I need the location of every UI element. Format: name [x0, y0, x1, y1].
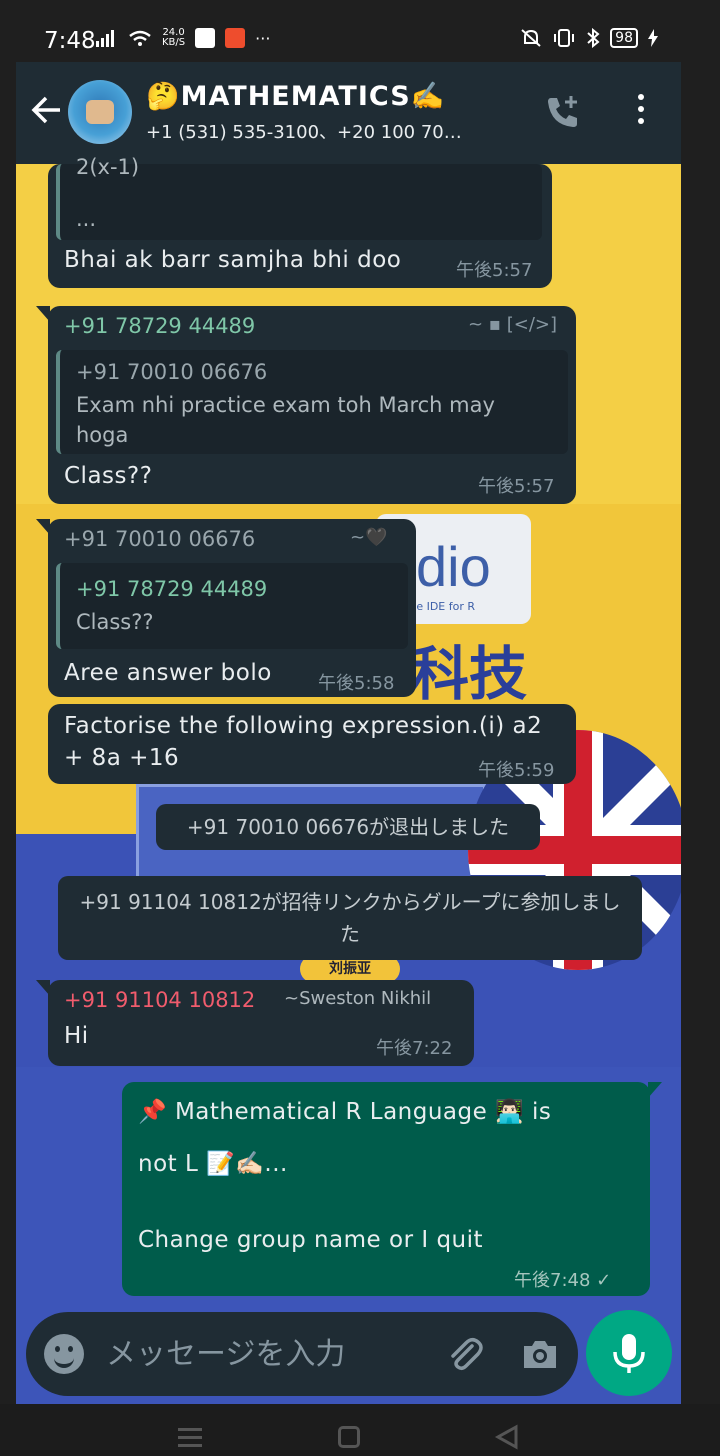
message-bubble[interactable]: +91 70010 06676 ~🖤 +91 78729 44489 Class…: [36, 519, 416, 697]
message-time: 午後5:57: [478, 476, 555, 497]
quoted-message[interactable]: +91 70010 06676 Exam nhi practice exam t…: [56, 350, 568, 454]
camera-icon[interactable]: [520, 1334, 560, 1374]
quoted-text: ...: [76, 207, 97, 231]
system-message: +91 70010 06676が退出しました: [156, 804, 540, 850]
nav-back-icon[interactable]: [494, 1424, 520, 1450]
message-sender: +91 91104 10812: [64, 988, 256, 1012]
arrow-left-icon[interactable]: [30, 92, 64, 128]
battery-level: 98: [610, 28, 638, 48]
emoji-icon[interactable]: [44, 1334, 84, 1374]
message-text: Aree answer bolo: [64, 660, 272, 686]
signal-icon: [96, 30, 114, 47]
message-bubble[interactable]: Factorise the following expression.(i) a…: [48, 704, 576, 784]
message-bubble[interactable]: +91 78729 44489 ~ ▪ [</>] +91 70010 0667…: [36, 306, 576, 504]
sender-tag: ~ ▪ [</>]: [468, 314, 557, 335]
message-sender: +91 78729 44489: [64, 314, 256, 338]
message-text-line3: Change group name or I quit: [138, 1227, 484, 1253]
message-text: Hi: [64, 1023, 89, 1049]
message-time: 午後5:59: [478, 760, 555, 781]
system-message: +91 91104 10812が招待リンクからグループに参加しました: [58, 876, 642, 960]
group-members[interactable]: +1 (531) 535-3100、+20 100 70…: [146, 118, 516, 146]
notification-app-icon: [195, 28, 216, 48]
status-right-icons: 98: [520, 28, 658, 48]
system-nav-bar: [0, 1404, 720, 1456]
message-list[interactable]: 2(x-1) ... Bhai ak barr samjha bhi doo 午…: [16, 155, 681, 1304]
chat-screen: dio rce IDE for R 科技 刘振亚 🤔MATHEMATICS✍️ …: [16, 62, 681, 1404]
group-avatar[interactable]: [68, 80, 132, 144]
status-bar: 7:48 24.0 KB/S ··· 98: [0, 0, 720, 62]
message-time: 午後5:57: [456, 260, 533, 281]
message-time: 午後7:22: [376, 1038, 453, 1059]
quoted-text-top: 2(x-1): [76, 155, 140, 179]
mute-bell-icon: [521, 29, 541, 47]
message-text: Bhai ak barr samjha bhi doo: [64, 247, 402, 273]
vibrate-icon: [554, 29, 575, 47]
quoted-text: Class??: [76, 610, 154, 634]
chat-header[interactable]: 🤔MATHEMATICS✍️ +1 (531) 535-3100、+20 100…: [16, 62, 681, 164]
status-left-icons: 24.0 KB/S ···: [96, 28, 270, 48]
mic-button[interactable]: [586, 1310, 672, 1396]
phone-screen: 7:48 24.0 KB/S ··· 98 dio rce IDE for R …: [0, 0, 720, 1456]
quoted-message[interactable]: +91 78729 44489 Class??: [56, 563, 408, 649]
recents-button[interactable]: [178, 1428, 202, 1447]
network-speed: 24.0 KB/S: [162, 28, 185, 48]
message-text-line2: not L 📝✍🏻...: [138, 1151, 288, 1177]
group-title[interactable]: 🤔MATHEMATICS✍️: [146, 80, 526, 116]
message-input[interactable]: [106, 1332, 426, 1376]
message-bubble-outgoing[interactable]: 📌 Mathematical R Language 👨🏻‍💻 is not L …: [122, 1082, 662, 1296]
quoted-sender: +91 70010 06676: [76, 360, 268, 384]
wifi-icon: [129, 30, 151, 46]
message-bubble[interactable]: 2(x-1) ... Bhai ak barr samjha bhi doo 午…: [48, 155, 552, 288]
more-vertical-icon[interactable]: [631, 94, 651, 134]
status-time: 7:48: [44, 28, 96, 54]
shopping-app-icon: [225, 28, 246, 48]
message-sender: +91 70010 06676: [64, 527, 256, 551]
message-time: 午後5:58: [318, 673, 395, 694]
quoted-text: Exam nhi practice exam toh March may hog…: [76, 393, 495, 447]
bluetooth-icon: [587, 28, 600, 48]
home-button[interactable]: [338, 1426, 360, 1448]
charging-icon: [648, 29, 658, 47]
message-text-line1: 📌 Mathematical R Language 👨🏻‍💻 is: [138, 1099, 552, 1125]
network-speed-unit: KB/S: [162, 37, 186, 48]
quoted-sender: +91 78729 44489: [76, 577, 268, 601]
sender-tag: ~Sweston Nikhil: [284, 988, 432, 1009]
microphone-icon: [613, 1334, 645, 1373]
paperclip-icon[interactable]: [442, 1332, 486, 1376]
message-composer[interactable]: [26, 1312, 578, 1396]
quoted-message[interactable]: 2(x-1) ...: [56, 155, 542, 240]
message-bubble[interactable]: +91 91104 10812 ~Sweston Nikhil Hi 午後7:2…: [36, 980, 474, 1066]
overflow-dots: ···: [255, 28, 271, 48]
message-text: Class??: [64, 463, 153, 489]
add-call-icon[interactable]: [543, 92, 583, 132]
sender-tag: ~🖤: [350, 527, 388, 548]
message-time: 午後7:48 ✓: [514, 1270, 612, 1291]
